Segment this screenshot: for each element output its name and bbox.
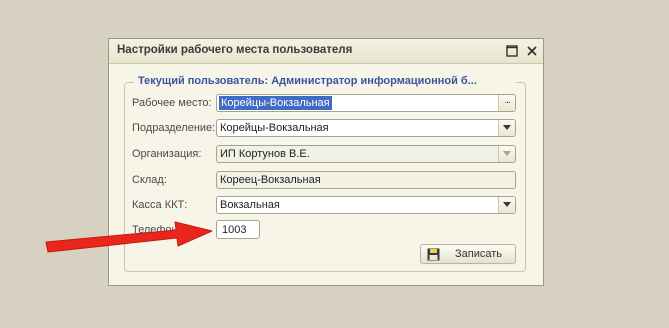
red-arrow-icon bbox=[45, 221, 213, 253]
